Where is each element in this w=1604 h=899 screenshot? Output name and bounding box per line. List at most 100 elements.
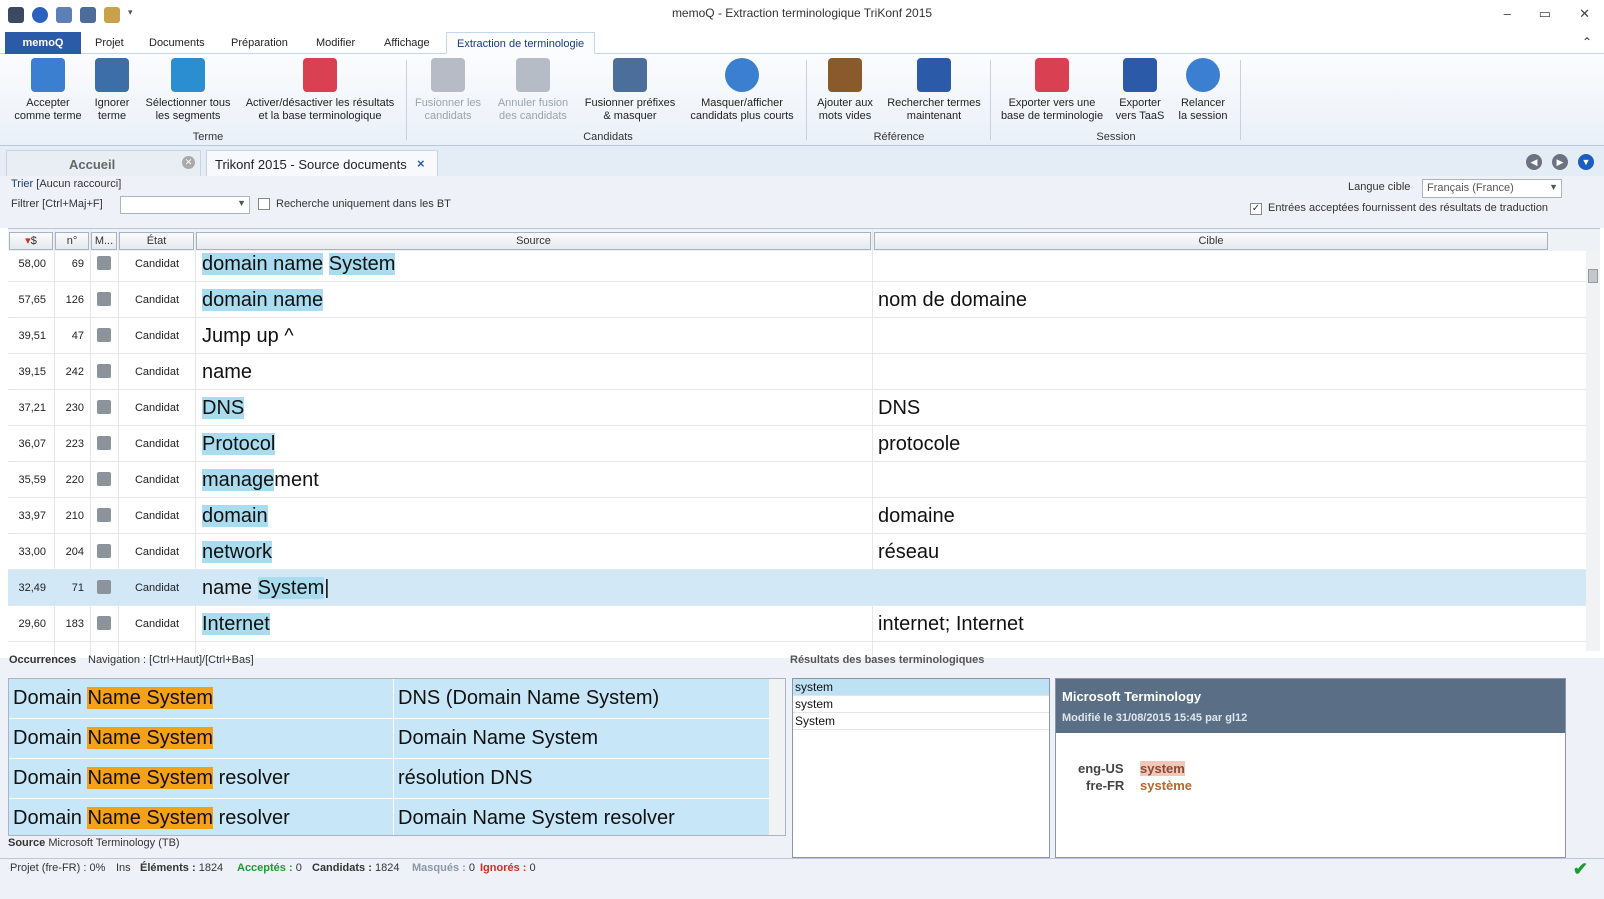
- dropdown-arrow-icon[interactable]: ▼: [1549, 182, 1558, 192]
- sort-label[interactable]: Trier: [11, 178, 33, 190]
- filter-input[interactable]: ▼: [120, 196, 250, 214]
- table-row[interactable]: 36,07 223 Candidat Protocol protocole: [8, 426, 1592, 462]
- table-row[interactable]: 33,97 210 Candidat domain domaine: [8, 498, 1592, 534]
- flag-icon[interactable]: [97, 328, 111, 342]
- occurrences-title: Occurrences: [9, 654, 77, 666]
- flag-icon[interactable]: [97, 364, 111, 378]
- term-value: système: [1140, 778, 1193, 793]
- window-title: memoQ - Extraction terminologique TriKon…: [671, 6, 933, 20]
- close-tab-icon[interactable]: ×: [417, 156, 425, 171]
- accept-icon: [31, 58, 65, 92]
- unmerge-icon: [516, 58, 550, 92]
- hide-show-shorter-button[interactable]: Masquer/afficher candidats plus courts: [684, 58, 800, 123]
- list-icon: [171, 58, 205, 92]
- flag-icon[interactable]: [97, 508, 111, 522]
- flag-icon[interactable]: [97, 616, 111, 630]
- toggle-results-button[interactable]: Activer/désactiver les résultats et la b…: [240, 58, 400, 123]
- flag-icon[interactable]: [97, 580, 111, 594]
- tab-source-documents[interactable]: Trikonf 2015 - Source documents ×: [206, 150, 438, 176]
- occurrence-row[interactable]: Domain Name System resolver résolution D…: [9, 759, 769, 799]
- tab-preparation[interactable]: Préparation: [221, 32, 298, 54]
- flag-icon[interactable]: [97, 292, 111, 306]
- dropdown-arrow-icon[interactable]: ▼: [237, 198, 246, 208]
- collapse-ribbon-icon[interactable]: ⌃: [1582, 35, 1592, 49]
- taas-icon: [1123, 58, 1157, 92]
- grid-scrollbar[interactable]: [1586, 251, 1600, 651]
- table-row[interactable]: 33,00 204 Candidat network réseau: [8, 534, 1592, 570]
- insert-mode: Ins: [116, 862, 131, 874]
- candidates-count: 1824: [374, 862, 400, 874]
- tb-entry-detail: Microsoft Terminology Modifié le 31/08/2…: [1055, 678, 1566, 858]
- tab-memoq[interactable]: memoQ: [5, 32, 81, 54]
- table-row[interactable]: 39,15 242 Candidat name: [8, 354, 1592, 390]
- tab-projet[interactable]: Projet: [85, 32, 134, 54]
- flag-icon[interactable]: [97, 436, 111, 450]
- table-row[interactable]: 58,00 69 Candidat domain name System: [8, 246, 1592, 282]
- target-lang-select[interactable]: Français (France) ▼: [1422, 179, 1562, 198]
- table-row[interactable]: 35,59 220 Candidat management: [8, 462, 1592, 498]
- search-terms-button[interactable]: Rechercher termes maintenant: [882, 58, 986, 123]
- source-value: Microsoft Terminology (TB): [48, 837, 180, 849]
- occurrences-nav: Navigation : [Ctrl+Haut]/[Ctrl+Bas]: [88, 654, 254, 666]
- add-stopwords-button[interactable]: Ajouter aux mots vides: [812, 58, 878, 123]
- accepted-entries-label: Entrées acceptées fournissent des résult…: [1268, 202, 1549, 214]
- select-all-segments-button[interactable]: Sélectionner tous les segments: [140, 58, 236, 123]
- occurrence-row[interactable]: Domain Name System Domain Name System: [9, 719, 769, 759]
- source-label: Source: [8, 837, 46, 849]
- tab-modifier[interactable]: Modifier: [306, 32, 365, 54]
- table-row[interactable]: 39,51 47 Candidat Jump up ^: [8, 318, 1592, 354]
- filter-bar: Trier [Aucun raccourci] Filtrer [Ctrl+Ma…: [0, 176, 1604, 228]
- table-row[interactable]: 37,21 230 Candidat DNS DNS: [8, 390, 1592, 426]
- restart-session-button[interactable]: Relancer la session: [1172, 58, 1234, 123]
- project-progress: Projet (fre-FR) : 0%: [10, 862, 106, 874]
- elements-count: 1824: [198, 862, 224, 874]
- status-bar: Projet (fre-FR) : 0% Ins Éléments : 1824…: [0, 858, 1604, 899]
- list-item[interactable]: system: [793, 696, 1049, 713]
- close-tab-icon[interactable]: ✕: [182, 156, 195, 169]
- export-taas-button[interactable]: Exporter vers TaaS: [1112, 58, 1168, 123]
- ignore-term-button[interactable]: Ignorer terme: [88, 58, 136, 123]
- list-item[interactable]: system: [793, 679, 1049, 696]
- candidates-grid: ▾$ n° M... État Source Cible 58,00 69 Ca…: [8, 228, 1600, 658]
- close-button[interactable]: ✕: [1579, 6, 1590, 22]
- occurrence-row[interactable]: Domain Name System resolver Domain Name …: [9, 799, 769, 835]
- group-terme: Terme: [192, 131, 224, 143]
- previous-tab-icon[interactable]: ◀: [1526, 154, 1542, 170]
- tab-affichage[interactable]: Affichage: [374, 32, 440, 54]
- flag-icon[interactable]: [97, 256, 111, 270]
- table-row[interactable]: 32,49 71 Candidat name System|: [8, 570, 1592, 606]
- occurrences-scrollbar[interactable]: [769, 679, 785, 835]
- minimize-button[interactable]: –: [1504, 6, 1511, 22]
- document-tabs: Accueil ✕ Trikonf 2015 - Source document…: [0, 146, 1604, 176]
- accepted-count: 0: [295, 862, 302, 874]
- trash-icon: [95, 58, 129, 92]
- flag-icon[interactable]: [97, 544, 111, 558]
- merge-candidates-button[interactable]: Fusionner les candidats: [410, 58, 486, 123]
- flag-icon[interactable]: [97, 472, 111, 486]
- accepted-entries-checkbox[interactable]: ✓: [1250, 203, 1262, 215]
- occurrence-row[interactable]: Domain Name System DNS (Domain Name Syst…: [9, 679, 769, 719]
- group-candidats: Candidats: [583, 131, 633, 143]
- undo-merge-button[interactable]: Annuler fusion des candidats: [490, 58, 576, 123]
- tab-extraction-terminologie[interactable]: Extraction de terminologie: [446, 32, 596, 54]
- maximize-button[interactable]: ▭: [1539, 6, 1551, 22]
- tab-list-icon[interactable]: ▼: [1578, 154, 1594, 170]
- hidden-count: 0: [468, 862, 475, 874]
- table-row[interactable]: 57,65 126 Candidat domain name nom de do…: [8, 282, 1592, 318]
- target-lang-label: Langue cible: [1348, 181, 1411, 193]
- merge-prefixes-button[interactable]: Fusionner préfixes & masquer: [580, 58, 680, 123]
- flag-icon[interactable]: [97, 400, 111, 414]
- term-value: system: [1140, 761, 1185, 776]
- tb-only-checkbox[interactable]: [258, 198, 270, 210]
- tab-documents[interactable]: Documents: [139, 32, 215, 54]
- list-item[interactable]: System: [793, 713, 1049, 730]
- export-tb-button[interactable]: Exporter vers une base de terminologie: [996, 58, 1108, 123]
- table-row[interactable]: 29,60 183 Candidat Internet internet; In…: [8, 606, 1592, 642]
- tb-results-title: Résultats des bases terminologiques: [790, 654, 985, 666]
- next-tab-icon[interactable]: ▶: [1552, 154, 1568, 170]
- accept-term-button[interactable]: Accepter comme terme: [10, 58, 86, 123]
- tab-accueil[interactable]: Accueil ✕: [6, 150, 201, 176]
- toggle-icon: [303, 58, 337, 92]
- scrollbar-thumb[interactable]: [1588, 269, 1598, 283]
- tb-entry-header: Microsoft Terminology Modifié le 31/08/2…: [1056, 679, 1565, 733]
